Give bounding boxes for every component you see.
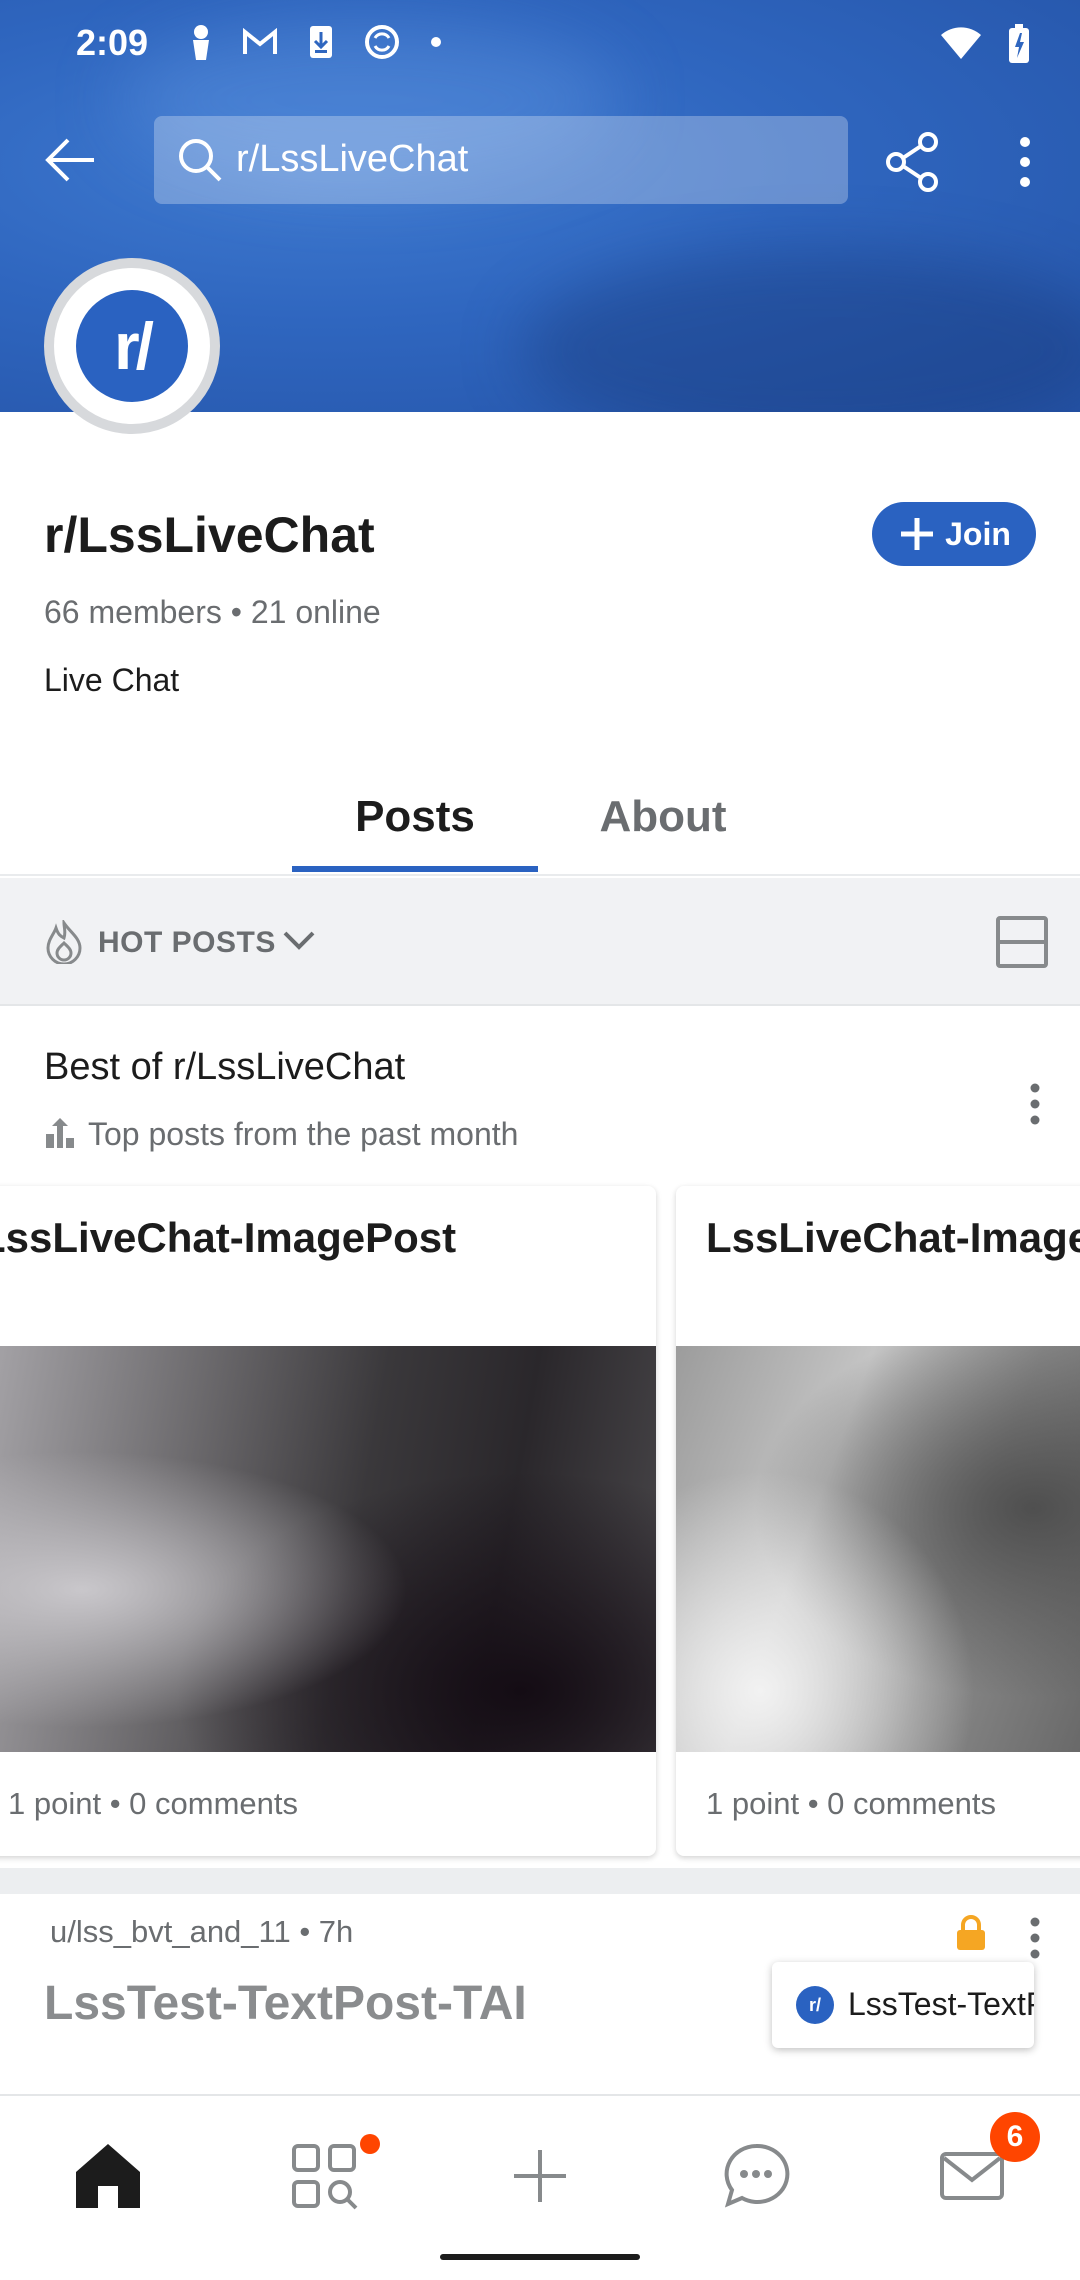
home-indicator[interactable] [440, 2254, 640, 2260]
member-count: 66 members • 21 online [44, 594, 381, 630]
best-of-section: Best of r/LssLiveChat Top posts from the… [0, 1008, 1080, 1868]
top-bar: r/LssLiveChat [0, 112, 1080, 208]
card-meta: 1 point • 0 comments [8, 1786, 298, 1821]
home-icon [76, 2144, 140, 2208]
search-input[interactable]: r/LssLiveChat [154, 116, 848, 204]
discover-icon [292, 2144, 358, 2210]
more-options-button[interactable] [1000, 130, 1050, 194]
share-button[interactable] [882, 130, 946, 194]
join-button[interactable]: Join [872, 502, 1036, 566]
best-of-card[interactable]: LssLiveChat-ImagePost 1 point • 0 commen… [0, 1186, 656, 1856]
lock-icon [957, 1915, 985, 1950]
person-icon [193, 25, 209, 60]
community-avatar: r/ [44, 258, 220, 434]
gmail-icon [243, 28, 277, 54]
download-icon [310, 26, 332, 58]
sync-icon [365, 25, 399, 59]
view-mode-button[interactable] [996, 916, 1048, 968]
trophy-icon [46, 1118, 74, 1148]
bottom-nav: 6 [0, 2094, 1080, 2280]
search-value: r/LssLiveChat [236, 138, 469, 180]
best-of-subtitle: Top posts from the past month [88, 1116, 519, 1152]
search-icon [179, 139, 222, 182]
active-tab-indicator [292, 866, 538, 872]
more-vertical-icon [1020, 137, 1030, 187]
back-button[interactable] [40, 130, 110, 190]
more-vertical-icon[interactable] [1020, 1080, 1050, 1130]
arrow-left-icon [45, 138, 94, 182]
nav-create[interactable] [500, 2136, 580, 2216]
status-bar: 2:09 [0, 0, 1080, 88]
chevron-down-icon[interactable] [282, 928, 316, 952]
create-icon [514, 2150, 566, 2202]
toast-text: LssTest-TextPost [848, 1986, 1034, 2022]
post-title[interactable]: LssTest-TextPost-TAI [44, 1976, 527, 2031]
status-time: 2:09 [76, 22, 149, 63]
sort-bar: HOT POSTS [0, 878, 1080, 1006]
nav-chat[interactable] [716, 2136, 796, 2216]
community-description: Live Chat [44, 662, 180, 698]
plus-icon [901, 518, 934, 550]
card-title: LssLiveChat-ImagePost [706, 1214, 1080, 1261]
inbox-badge: 6 [990, 2112, 1040, 2162]
share-icon [886, 132, 938, 192]
best-of-card[interactable]: LssLiveChat-ImagePost 1 point • 0 commen… [676, 1186, 1080, 1856]
section-divider [0, 1868, 1080, 1894]
chat-icon [724, 2143, 790, 2208]
toast-popup[interactable]: r/ LssTest-TextPost [772, 1962, 1034, 2048]
card-image [676, 1346, 1080, 1752]
join-label: Join [945, 515, 1011, 552]
tab-posts[interactable]: Posts [292, 792, 538, 842]
card-meta: 1 point • 0 comments [706, 1786, 996, 1821]
nav-inbox[interactable]: 6 [932, 2112, 1040, 2216]
notification-dot [360, 2134, 380, 2154]
community-name: r/LssLiveChat [44, 507, 375, 563]
best-of-title: Best of r/LssLiveChat [44, 1046, 406, 1088]
flame-icon [46, 920, 82, 964]
post-author[interactable]: u/lss_bvt_and_11 • 7h [50, 1914, 353, 1950]
tab-about[interactable]: About [568, 792, 758, 842]
sort-label[interactable]: HOT POSTS [98, 926, 276, 960]
nav-discover[interactable] [284, 2134, 380, 2216]
tab-bar: Posts About [0, 776, 1080, 876]
wifi-icon [941, 27, 981, 59]
more-vertical-icon[interactable] [1020, 1916, 1050, 1960]
battery-icon [1009, 24, 1029, 63]
subreddit-icon: r/ [796, 1986, 834, 2024]
dot-icon [431, 37, 441, 47]
nav-home[interactable] [68, 2136, 148, 2216]
card-title: LssLiveChat-ImagePost [0, 1214, 457, 1261]
card-image [0, 1346, 656, 1752]
